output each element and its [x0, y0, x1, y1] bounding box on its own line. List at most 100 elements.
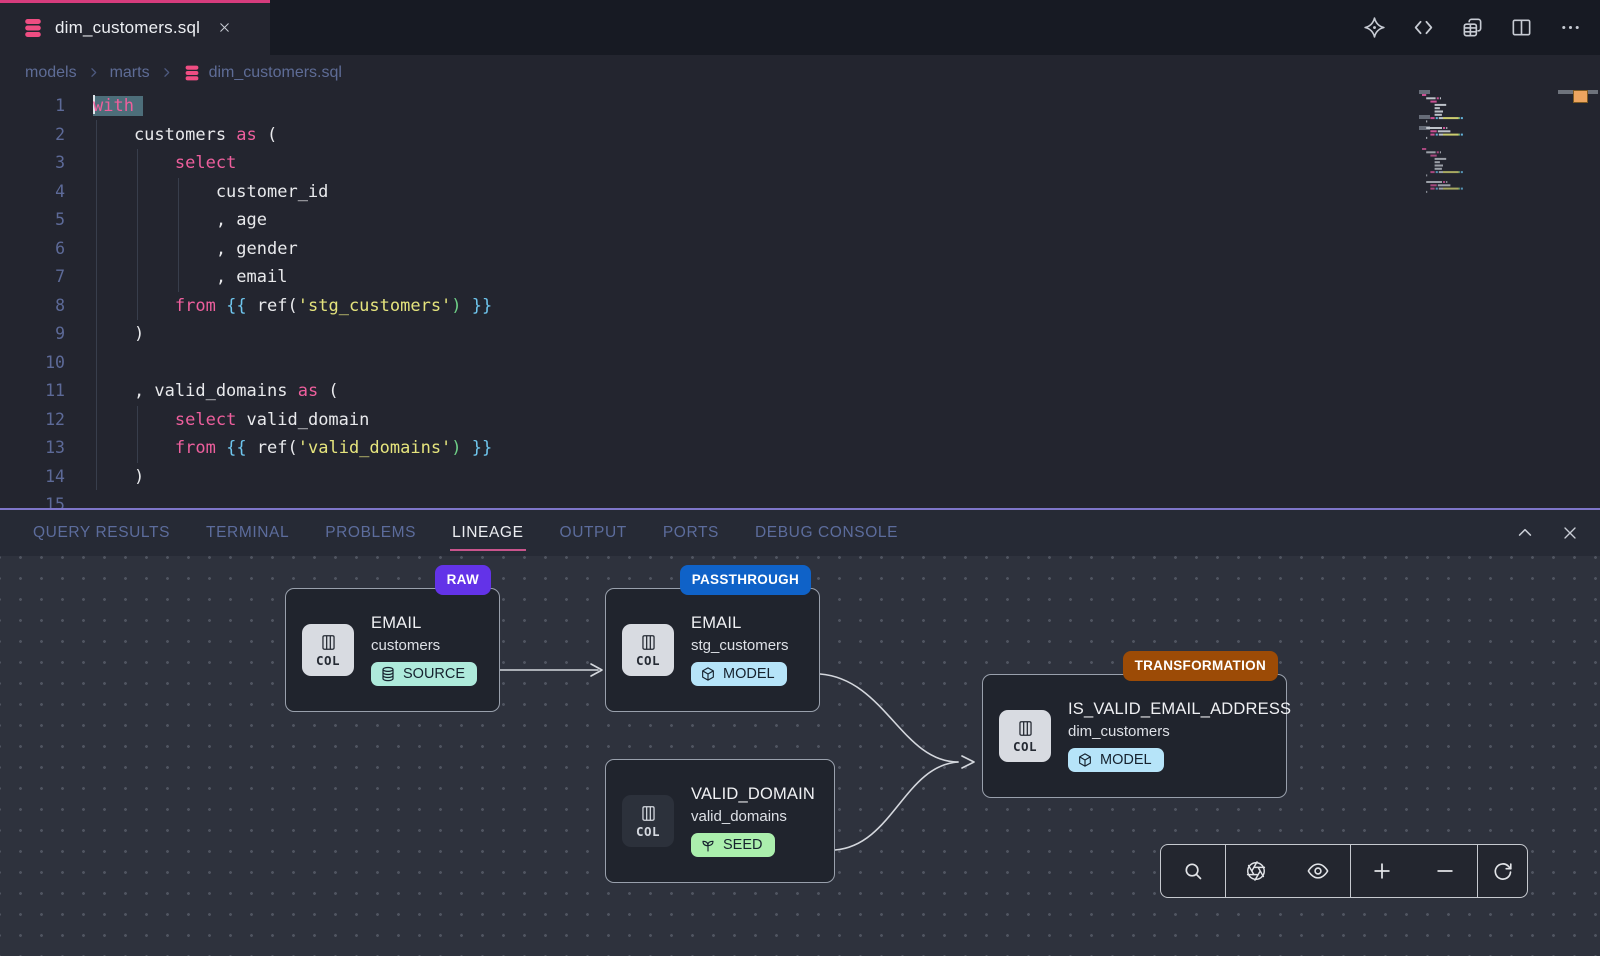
- breadcrumb-item-marts[interactable]: marts: [110, 64, 150, 82]
- panel-tab-ports[interactable]: PORTS: [663, 524, 719, 542]
- badge-label: SEED: [723, 837, 763, 853]
- code-line[interactable]: 7 , email: [0, 263, 1400, 292]
- aperture-icon: [1245, 860, 1267, 882]
- more-actions-button[interactable]: [1558, 16, 1582, 40]
- panel-tab-terminal[interactable]: TERMINAL: [206, 524, 289, 542]
- column-icon-label: COL: [636, 653, 660, 668]
- table-name: stg_customers: [691, 637, 789, 654]
- editor-actions: [1362, 0, 1582, 55]
- lineage-node-valid_domains[interactable]: COLVALID_DOMAINvalid_domainsSEED: [605, 759, 835, 883]
- code-line[interactable]: 4 customer_id: [0, 178, 1400, 207]
- column-icon: COL: [622, 795, 674, 847]
- editor-tab-bar: dim_customers.sql: [0, 0, 1600, 55]
- line-number: 14: [0, 463, 65, 492]
- breadcrumb-item-models[interactable]: models: [25, 64, 77, 82]
- refresh-icon: [1492, 860, 1514, 882]
- materialization-badge-model: MODEL: [691, 662, 787, 686]
- code-line[interactable]: 8 from {{ ref('stg_customers') }}: [0, 292, 1400, 321]
- code-line[interactable]: 10: [0, 349, 1400, 378]
- code-line[interactable]: 12 select valid_domain: [0, 406, 1400, 435]
- split-editor-button[interactable]: [1509, 16, 1533, 40]
- code-line[interactable]: 14 ): [0, 463, 1400, 492]
- code-lines: 1 with2 customers as (3 select4 customer_…: [0, 92, 1400, 508]
- column-name: IS_VALID_EMAIL_ADDRESS: [1068, 700, 1291, 719]
- panel-tab-query-results[interactable]: QUERY RESULTS: [33, 524, 170, 542]
- preview-query-results-button[interactable]: [1460, 16, 1484, 40]
- copy-table-icon: [1461, 16, 1484, 39]
- code-editor[interactable]: 1 with2 customers as (3 select4 customer_…: [0, 90, 1600, 508]
- zoom-out-icon: [1434, 860, 1456, 882]
- table-name: dim_customers: [1068, 723, 1291, 740]
- panel-tab-lineage[interactable]: LINEAGE: [452, 524, 523, 542]
- code-line[interactable]: 1 with: [0, 92, 1400, 121]
- code-line[interactable]: 5 , age: [0, 206, 1400, 235]
- open-inline-code-button[interactable]: [1411, 16, 1435, 40]
- code-line[interactable]: 15: [0, 491, 1400, 508]
- node-tag-passthrough: PASSTHROUGH: [680, 565, 811, 595]
- column-icon-label: COL: [1013, 739, 1037, 754]
- line-number: 8: [0, 292, 65, 321]
- code-line[interactable]: 2 customers as (: [0, 121, 1400, 150]
- dbt-power-user-button[interactable]: [1362, 16, 1386, 40]
- col-icon: [639, 633, 658, 652]
- code-line[interactable]: 9 ): [0, 320, 1400, 349]
- node-tag-transformation: TRANSFORMATION: [1123, 651, 1278, 681]
- tab-dim-customers-sql[interactable]: dim_customers.sql: [0, 0, 270, 55]
- code-icon: [1412, 16, 1435, 39]
- panel-tab-debug-console[interactable]: DEBUG CONSOLE: [755, 524, 898, 542]
- close-icon: [1560, 523, 1580, 543]
- node-tag-raw: RAW: [435, 565, 491, 595]
- zoom-in-button[interactable]: [1350, 845, 1414, 897]
- aperture-button[interactable]: [1225, 845, 1287, 897]
- line-number: 1: [0, 92, 65, 121]
- code-line[interactable]: 13 from {{ ref('valid_domains') }}: [0, 434, 1400, 463]
- code-text: from {{ ref('stg_customers') }}: [93, 292, 492, 321]
- collapse-panel-button[interactable]: [1514, 523, 1535, 544]
- code-text: , age: [93, 206, 267, 235]
- line-number: 11: [0, 377, 65, 406]
- search-button[interactable]: [1161, 845, 1225, 897]
- lineage-node-customers[interactable]: RAWCOLEMAILcustomersSOURCE: [285, 588, 500, 712]
- breadcrumb-item-dim-customers-sql[interactable]: dim_customers.sql: [183, 64, 342, 82]
- eye-button[interactable]: [1286, 845, 1350, 897]
- materialization-badge-model: MODEL: [1068, 748, 1164, 772]
- seedling-icon: [700, 837, 716, 853]
- breadcrumb-label: dim_customers.sql: [209, 64, 342, 82]
- column-icon-label: COL: [636, 824, 660, 839]
- code-text: customer_id: [93, 178, 328, 207]
- zoom-out-button[interactable]: [1414, 845, 1478, 897]
- column-name: EMAIL: [691, 614, 789, 633]
- line-number: 6: [0, 235, 65, 264]
- breadcrumb-label: marts: [110, 64, 150, 82]
- tab-title: dim_customers.sql: [55, 18, 200, 38]
- chevron-right-icon: [159, 65, 174, 80]
- refresh-button[interactable]: [1477, 845, 1527, 897]
- database-icon: [183, 64, 201, 82]
- overview-ruler-marker: [1573, 90, 1588, 103]
- scrollbar[interactable]: [1558, 90, 1600, 508]
- column-icon: COL: [999, 710, 1051, 762]
- badge-label: SOURCE: [403, 666, 465, 682]
- code-text: select: [93, 149, 236, 178]
- col-icon: [319, 633, 338, 652]
- lineage-canvas[interactable]: RAWCOLEMAILcustomersSOURCE PASSTHROUGH COL…: [0, 556, 1600, 956]
- code-text: , gender: [93, 235, 298, 264]
- code-line[interactable]: 11 , valid_domains as (: [0, 377, 1400, 406]
- code-text: with: [93, 92, 143, 121]
- search-icon: [1182, 860, 1204, 882]
- split-icon: [1510, 16, 1533, 39]
- column-icon: COL: [302, 624, 354, 676]
- lineage-node-stg_customers[interactable]: PASSTHROUGHCOLEMAILstg_customersMODEL: [605, 588, 820, 712]
- panel-tab-output[interactable]: OUTPUT: [560, 524, 627, 542]
- breadcrumb: models marts dim_customers.sql: [0, 55, 1600, 90]
- close-panel-button[interactable]: [1559, 523, 1580, 544]
- breadcrumb-label: models: [25, 64, 77, 82]
- close-tab-icon[interactable]: [216, 20, 232, 36]
- minimap[interactable]: [1420, 90, 1530, 230]
- panel-tab-problems[interactable]: PROBLEMS: [325, 524, 416, 542]
- panel-tab-bar: QUERY RESULTS TERMINAL PROBLEMS LINEAGE OUTP…: [0, 510, 1600, 556]
- code-line[interactable]: 6 , gender: [0, 235, 1400, 264]
- code-line[interactable]: 3 select: [0, 149, 1400, 178]
- lineage-node-dim_customers[interactable]: TRANSFORMATIONCOLIS_VALID_EMAIL_ADDRESSd…: [982, 674, 1287, 798]
- line-number: 4: [0, 178, 65, 207]
